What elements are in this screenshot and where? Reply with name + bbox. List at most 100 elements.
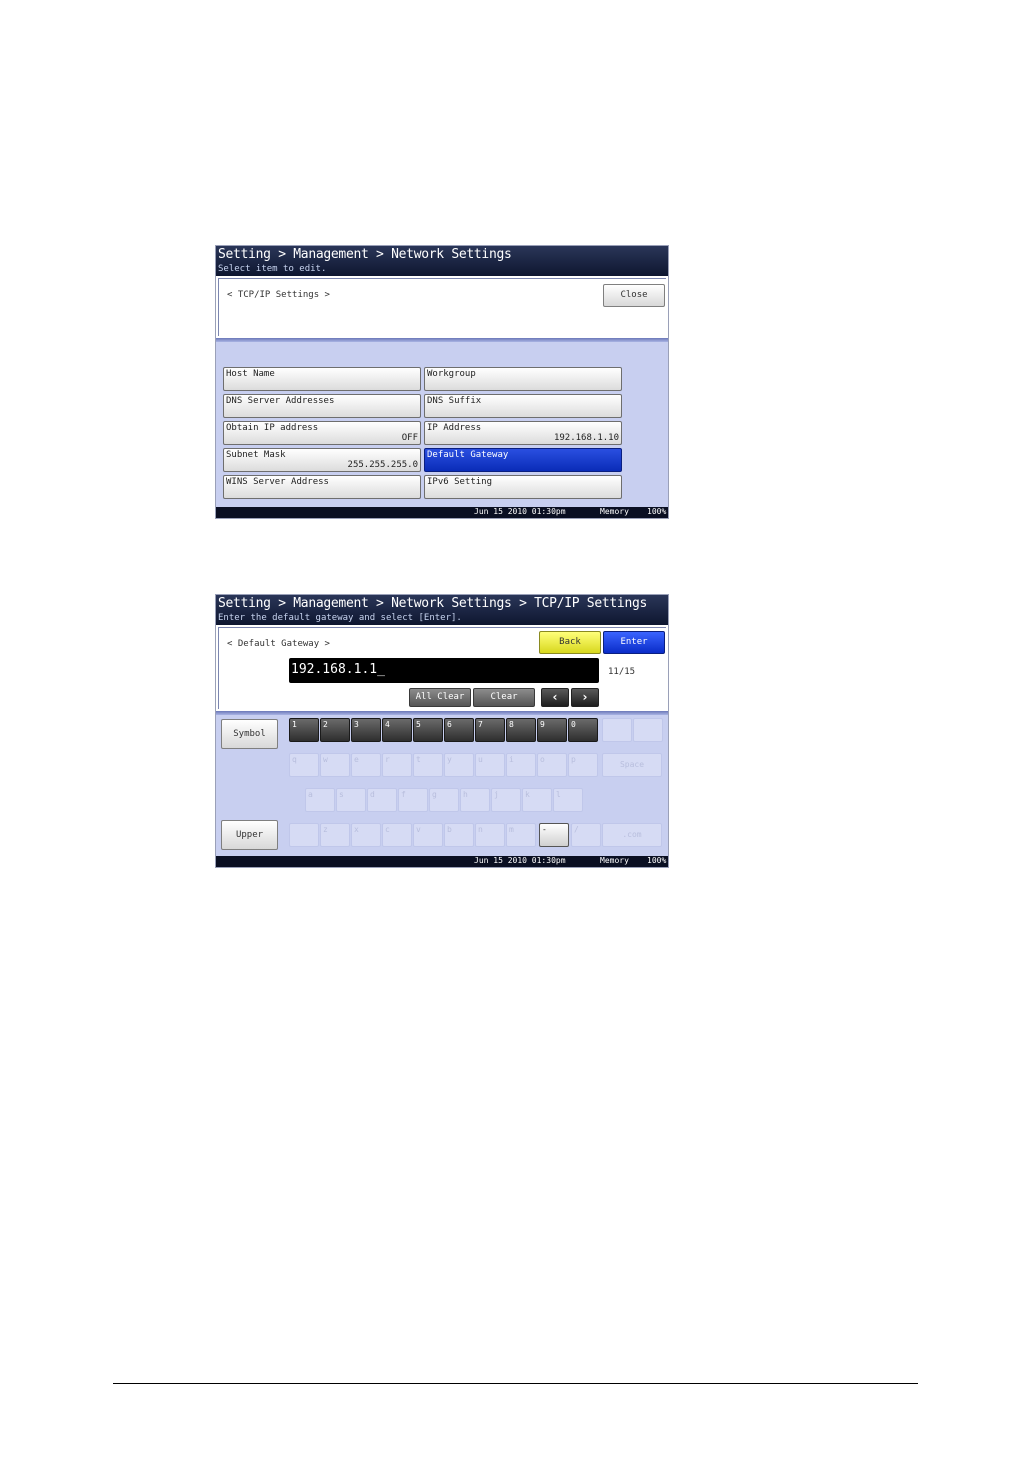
key-3[interactable]: 3 <box>351 718 381 742</box>
key-label: 6 <box>447 720 452 729</box>
clear-button[interactable]: Clear <box>473 688 535 707</box>
ip-address-item[interactable]: IP Address 192.168.1.10 <box>424 421 622 445</box>
key-label: t <box>416 755 421 764</box>
key-s: s <box>336 788 366 812</box>
key-label: w <box>323 755 328 764</box>
key-disabled <box>633 718 663 742</box>
item-label: Host Name <box>226 369 275 379</box>
key-label: n <box>478 825 483 834</box>
key-c: c <box>382 823 412 847</box>
key-2[interactable]: 2 <box>320 718 350 742</box>
key-1[interactable]: 1 <box>289 718 319 742</box>
key-4[interactable]: 4 <box>382 718 412 742</box>
key-label: s <box>339 790 344 799</box>
instruction-text: Select item to edit. <box>218 264 327 274</box>
key-label: r <box>385 755 390 764</box>
key-u: u <box>475 753 505 777</box>
key-label: c <box>385 825 390 834</box>
ipv6-setting-item[interactable]: IPv6 Setting <box>424 475 622 499</box>
key-label: e <box>354 755 359 764</box>
key-label: 0 <box>571 720 576 729</box>
key-6[interactable]: 6 <box>444 718 474 742</box>
key-label: / <box>574 825 579 834</box>
chevron-left-icon: ‹ <box>552 690 558 704</box>
key-8[interactable]: 8 <box>506 718 536 742</box>
keyboard-area: Symbol Upper 1 2 3 4 5 6 7 8 9 0 q w e r… <box>216 715 668 858</box>
key-hyphen[interactable]: - <box>539 823 569 847</box>
key-label: 8 <box>509 720 514 729</box>
key-f: f <box>398 788 428 812</box>
key-label: k <box>525 790 530 799</box>
cursor-right-button[interactable]: › <box>571 688 599 707</box>
key-l: l <box>553 788 583 812</box>
key-label: Space <box>619 760 645 769</box>
key-g: g <box>429 788 459 812</box>
key-e: e <box>351 753 381 777</box>
key-label: x <box>354 825 359 834</box>
key-y: y <box>444 753 474 777</box>
key-b: b <box>444 823 474 847</box>
key-9[interactable]: 9 <box>537 718 567 742</box>
close-button[interactable]: Close <box>603 284 665 307</box>
key-h: h <box>460 788 490 812</box>
item-label: Subnet Mask <box>226 450 286 460</box>
key-label: 7 <box>478 720 483 729</box>
key-label: z <box>323 825 328 834</box>
key-label: l <box>556 790 561 799</box>
key-label: j <box>494 790 499 799</box>
item-value: OFF <box>401 433 418 443</box>
obtain-ip-address-item[interactable]: Obtain IP address OFF <box>223 421 421 445</box>
key-label: - <box>542 825 547 834</box>
item-label: IPv6 Setting <box>427 477 493 487</box>
key-label: i <box>509 755 514 764</box>
cursor-left-button[interactable]: ‹ <box>541 688 569 707</box>
gateway-input[interactable]: 192.168.1.1_ <box>289 658 599 683</box>
enter-button[interactable]: Enter <box>603 631 665 654</box>
memory-value: 100% <box>647 856 667 865</box>
key-x: x <box>351 823 381 847</box>
item-label: DNS Suffix <box>427 396 482 406</box>
key-o: o <box>537 753 567 777</box>
workgroup-item[interactable]: Workgroup <box>424 367 622 391</box>
symbol-button[interactable]: Symbol <box>221 719 278 749</box>
default-gateway-item[interactable]: Default Gateway <box>424 448 622 472</box>
key-label: u <box>478 755 483 764</box>
key-j: j <box>491 788 521 812</box>
settings-list-area: Host Name Workgroup DNS Server Addresses… <box>216 342 668 509</box>
dotcom-key: .com <box>602 823 662 847</box>
key-label: p <box>571 755 576 764</box>
key-label: 4 <box>385 720 390 729</box>
default-gateway-entry-screen: Setting > Management > Network Settings … <box>215 594 669 868</box>
key-label: .com <box>622 830 642 839</box>
memory-value: 100% <box>647 507 667 516</box>
key-label: 9 <box>540 720 545 729</box>
host-name-item[interactable]: Host Name <box>223 367 421 391</box>
key-label: 3 <box>354 720 359 729</box>
memory-label: Memory <box>600 856 629 865</box>
dns-suffix-item[interactable]: DNS Suffix <box>424 394 622 418</box>
upper-button[interactable]: Upper <box>221 820 278 850</box>
item-value: 255.255.255.0 <box>347 460 418 470</box>
key-q: q <box>289 753 319 777</box>
dns-server-addresses-item[interactable]: DNS Server Addresses <box>223 394 421 418</box>
current-path: < TCP/IP Settings > <box>227 290 330 300</box>
key-disabled <box>289 823 319 847</box>
breadcrumb: Setting > Management > Network Settings <box>218 247 512 262</box>
back-button[interactable]: Back <box>539 631 601 654</box>
wins-server-address-item[interactable]: WINS Server Address <box>223 475 421 499</box>
all-clear-button[interactable]: All Clear <box>409 688 471 707</box>
key-5[interactable]: 5 <box>413 718 443 742</box>
key-slash: / <box>571 823 601 847</box>
key-w: w <box>320 753 350 777</box>
instruction-text: Enter the default gateway and select [En… <box>218 613 462 623</box>
key-r: r <box>382 753 412 777</box>
item-value: 192.168.1.10 <box>553 433 619 443</box>
key-k: k <box>522 788 552 812</box>
subnet-mask-item[interactable]: Subnet Mask 255.255.255.0 <box>223 448 421 472</box>
key-i: i <box>506 753 536 777</box>
key-0[interactable]: 0 <box>568 718 598 742</box>
key-7[interactable]: 7 <box>475 718 505 742</box>
key-disabled <box>602 718 632 742</box>
current-path: < Default Gateway > <box>227 639 330 649</box>
item-label: IP Address <box>427 423 482 433</box>
